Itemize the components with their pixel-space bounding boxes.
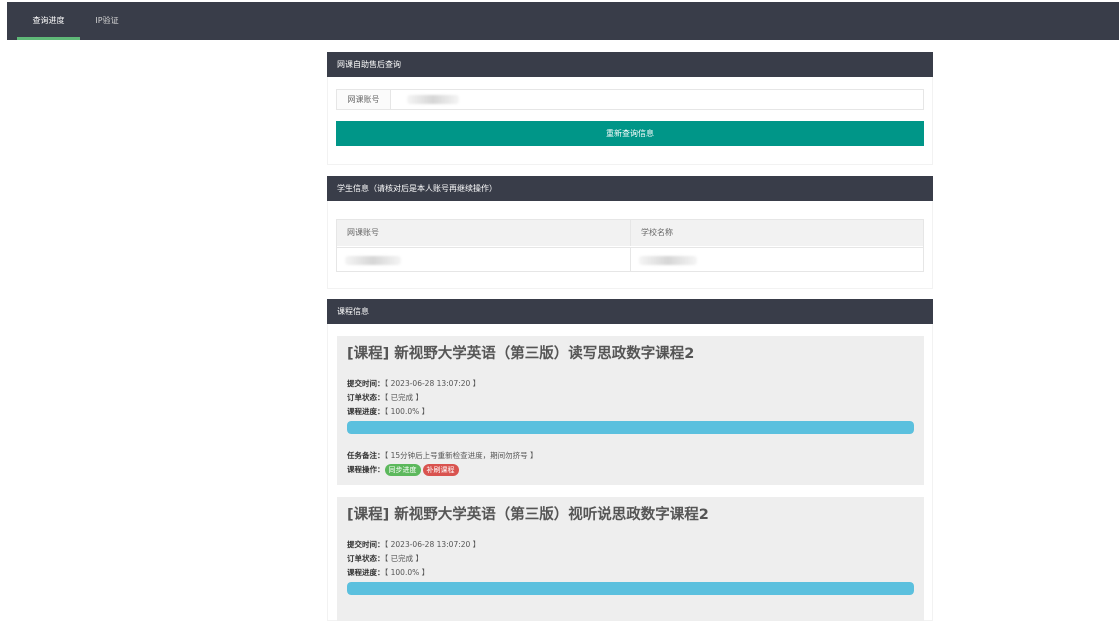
order-status-value: 【 已完成 】 bbox=[384, 393, 424, 402]
order-status-label: 订单状态： bbox=[347, 393, 385, 402]
progress-bar bbox=[347, 582, 914, 595]
course-title: [课程] 新视野大学英语（第三版）视听说思政数字课程2 bbox=[347, 507, 709, 523]
course-progress-label: 课程进度： bbox=[347, 407, 385, 416]
redacted-school bbox=[639, 256, 697, 265]
course-progress-value: 【 100.0% 】 bbox=[384, 568, 430, 577]
rebrush-course-button[interactable]: 补刷课程 bbox=[422, 464, 459, 476]
course-card: [课程] 新视野大学英语（第三版）读写思政数字课程2 提交时间：【 2023-0… bbox=[337, 336, 924, 485]
tab-query-progress[interactable]: 查询进度 bbox=[17, 2, 80, 40]
top-nav: 查询进度 IP验证 bbox=[7, 2, 1119, 40]
query-panel-header: 网课自助售后查询 bbox=[327, 52, 933, 77]
task-note-line: 任务备注：【 15分钟后上号重新检查进度，期间勿挤号 】 bbox=[347, 450, 538, 461]
course-ops-line: 课程操作： 同步进度 补刷课程 bbox=[347, 464, 461, 476]
task-note-value: 【 15分钟后上号重新检查进度，期间勿挤号 】 bbox=[384, 451, 538, 460]
submit-time-line: 提交时间：【 2023-06-28 13:07:20 】 bbox=[347, 378, 480, 389]
student-info-table: 网课账号 学校名称 bbox=[336, 219, 924, 272]
account-input-group: 网课账号 bbox=[336, 89, 924, 110]
order-status-line: 订单状态：【 已完成 】 bbox=[347, 553, 423, 564]
column-header-school: 学校名称 bbox=[630, 220, 923, 246]
cell-school bbox=[630, 247, 923, 272]
student-panel-header: 学生信息（请核对后是本人账号再继续操作） bbox=[327, 176, 933, 201]
order-status-value: 【 已完成 】 bbox=[384, 554, 424, 563]
course-panel-header: 课程信息 bbox=[327, 299, 933, 324]
order-status-label: 订单状态： bbox=[347, 554, 385, 563]
progress-bar-fill bbox=[347, 421, 914, 434]
requery-button[interactable]: 重新查询信息 bbox=[336, 121, 924, 146]
submit-time-label: 提交时间： bbox=[347, 540, 385, 549]
course-progress-value: 【 100.0% 】 bbox=[384, 407, 430, 416]
submit-time-line: 提交时间：【 2023-06-28 13:07:20 】 bbox=[347, 539, 480, 550]
sync-progress-button[interactable]: 同步进度 bbox=[384, 464, 421, 476]
course-progress-line: 课程进度：【 100.0% 】 bbox=[347, 406, 429, 417]
column-header-account: 网课账号 bbox=[337, 220, 630, 246]
submit-time-label: 提交时间： bbox=[347, 379, 385, 388]
account-input[interactable] bbox=[397, 92, 917, 107]
task-note-label: 任务备注： bbox=[347, 451, 385, 460]
course-progress-label: 课程进度： bbox=[347, 568, 385, 577]
progress-bar bbox=[347, 421, 914, 434]
redacted-account-value bbox=[407, 95, 459, 104]
submit-time-value: 【 2023-06-28 13:07:20 】 bbox=[384, 379, 481, 388]
cell-account bbox=[337, 247, 630, 272]
account-input-label: 网课账号 bbox=[337, 90, 391, 109]
course-ops-label: 课程操作： bbox=[347, 465, 385, 474]
tab-ip-verify[interactable]: IP验证 bbox=[87, 2, 127, 40]
redacted-account bbox=[345, 256, 401, 265]
progress-bar-fill bbox=[347, 582, 914, 595]
order-status-line: 订单状态：【 已完成 】 bbox=[347, 392, 423, 403]
course-progress-line: 课程进度：【 100.0% 】 bbox=[347, 567, 429, 578]
course-title: [课程] 新视野大学英语（第三版）读写思政数字课程2 bbox=[347, 346, 695, 362]
course-card: [课程] 新视野大学英语（第三版）视听说思政数字课程2 提交时间：【 2023-… bbox=[337, 497, 924, 621]
submit-time-value: 【 2023-06-28 13:07:20 】 bbox=[384, 540, 481, 549]
